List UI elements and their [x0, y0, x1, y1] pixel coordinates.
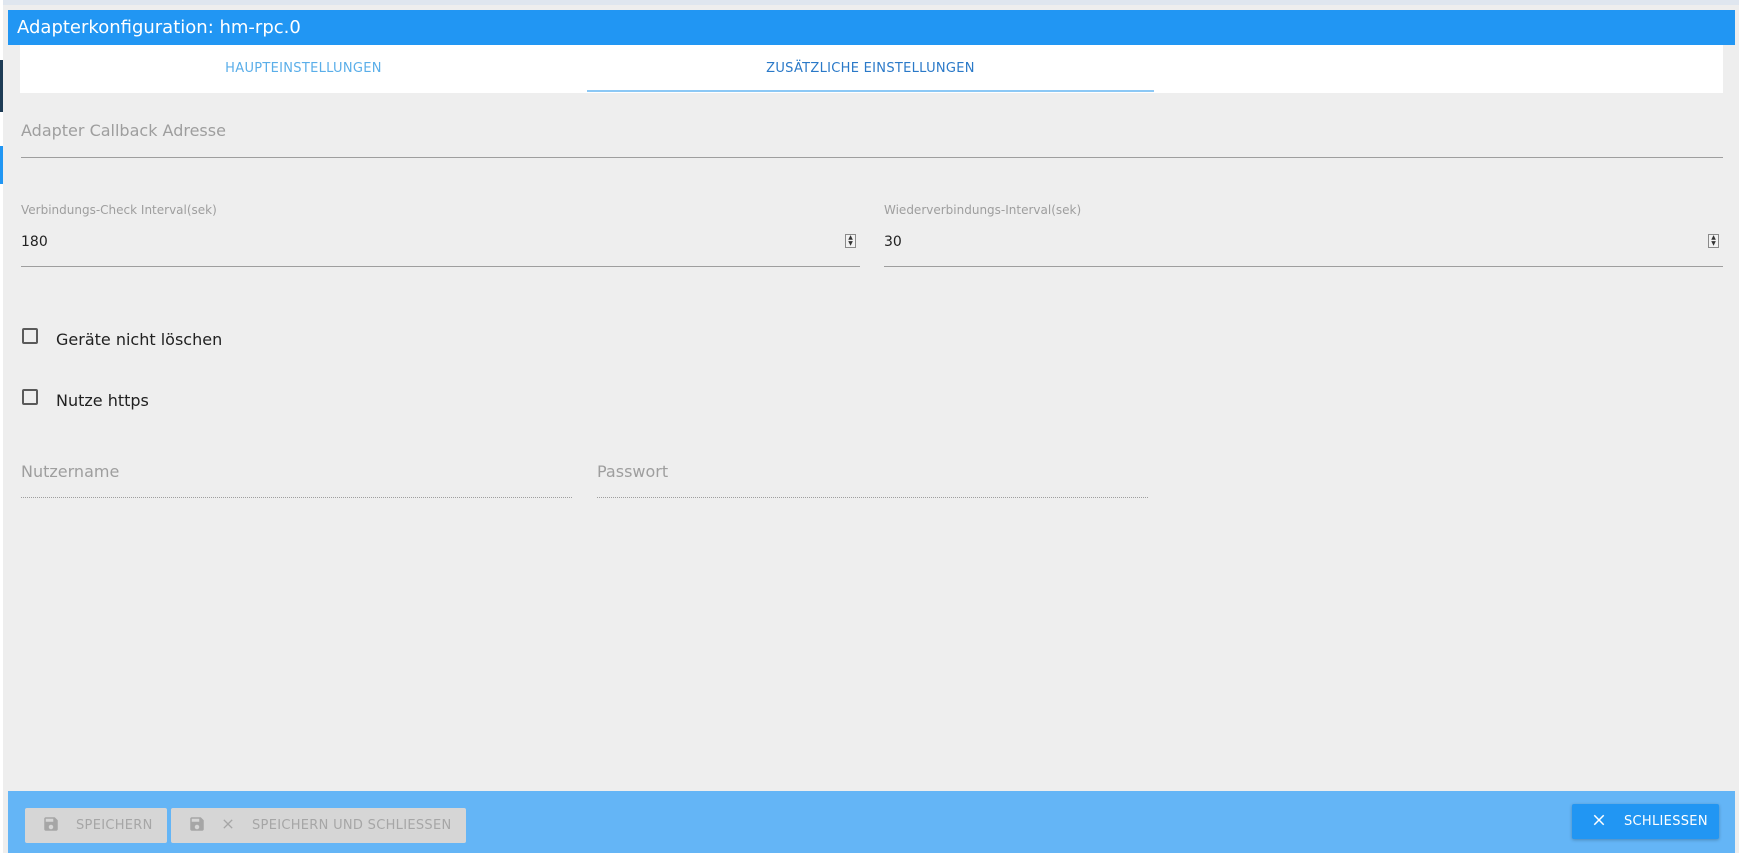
tab-bar: HAUPTEINSTELLUNGEN ZUSÄTZLICHE EINSTELLU…: [20, 45, 1723, 93]
reconnect-interval-label: Wiederverbindungs-Interval(sek): [884, 203, 1082, 217]
top-strip: [0, 0, 1739, 5]
save-button-label: SPEICHERN: [76, 818, 153, 833]
stepper-down-icon[interactable]: ▼: [846, 241, 855, 247]
floppy-icon: [42, 815, 60, 837]
password-input[interactable]: Passwort: [597, 462, 668, 481]
reconnect-interval-input[interactable]: 30: [884, 234, 902, 250]
close-button[interactable]: SCHLIESSEN: [1572, 804, 1719, 839]
bottom-action-bar: SPEICHERN SPEICHERN UND SCHLIESSEN SCHLI…: [8, 791, 1735, 853]
close-button-label: SCHLIESSEN: [1624, 814, 1708, 829]
left-edge: [0, 0, 3, 853]
config-dialog: Adapterkonfiguration: hm-rpc.0 HAUPTEINS…: [0, 0, 1739, 853]
active-tab-indicator: [587, 90, 1154, 92]
password-underline: [597, 497, 1148, 498]
username-input[interactable]: Nutzername: [21, 462, 119, 481]
left-edge-blue-marker: [0, 146, 3, 184]
tab-zusaetzliche-einstellungen[interactable]: ZUSÄTZLICHE EINSTELLUNGEN: [587, 45, 1154, 93]
dialog-title: Adapterkonfiguration: hm-rpc.0: [8, 10, 1735, 45]
check-interval-stepper[interactable]: ▲ ▼: [845, 234, 856, 248]
checkbox-nutze-https[interactable]: [22, 389, 38, 405]
check-interval-underline: [21, 266, 860, 267]
floppy-icon: [188, 815, 206, 837]
check-interval-input[interactable]: 180: [21, 234, 48, 250]
callback-address-underline: [21, 157, 1723, 158]
stepper-down-icon[interactable]: ▼: [1709, 241, 1718, 247]
close-icon: [1590, 811, 1608, 833]
reconnect-interval-stepper[interactable]: ▲ ▼: [1708, 234, 1719, 248]
save-and-close-button-label: SPEICHERN UND SCHLIESSEN: [252, 818, 452, 833]
reconnect-interval-underline: [884, 266, 1723, 267]
close-icon: [220, 816, 236, 836]
tab-haupteinstellungen[interactable]: HAUPTEINSTELLUNGEN: [20, 45, 587, 93]
save-button[interactable]: SPEICHERN: [25, 808, 167, 843]
left-edge-dark-marker: [0, 60, 3, 112]
checkbox-geraete-nicht-loeschen[interactable]: [22, 328, 38, 344]
username-underline: [21, 497, 572, 498]
checkbox-label-geraete-nicht-loeschen: Geräte nicht löschen: [56, 330, 223, 349]
checkbox-label-nutze-https: Nutze https: [56, 391, 149, 410]
check-interval-label: Verbindungs-Check Interval(sek): [21, 203, 217, 217]
save-and-close-button[interactable]: SPEICHERN UND SCHLIESSEN: [171, 808, 466, 843]
callback-address-input[interactable]: Adapter Callback Adresse: [21, 121, 226, 140]
